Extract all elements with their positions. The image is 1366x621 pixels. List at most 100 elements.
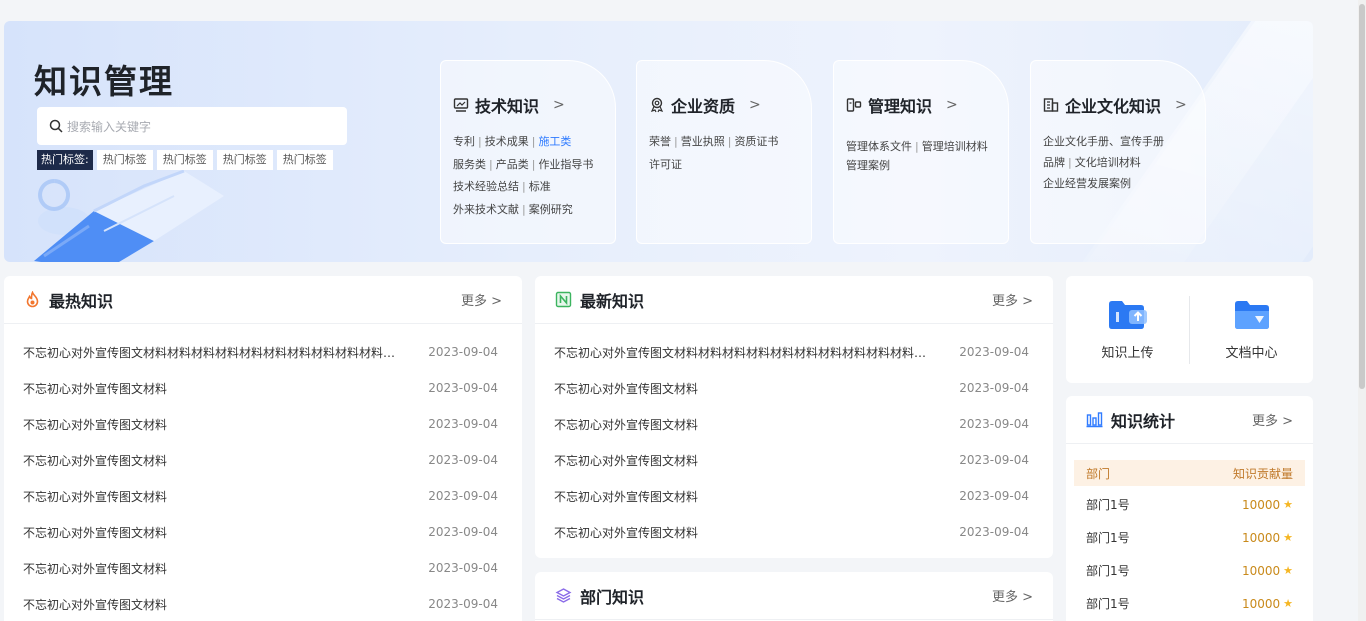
- item-title: 不忘初心对外宣传图文材料: [23, 525, 168, 540]
- page-scrollbar[interactable]: [1358, 0, 1366, 621]
- item-date: 2023-09-04: [428, 345, 498, 359]
- more-link[interactable]: 更多 >: [1252, 410, 1293, 429]
- item-date: 2023-09-04: [428, 525, 498, 539]
- item-date: 2023-09-04: [428, 417, 498, 431]
- list-item[interactable]: 不忘初心对外宣传图文材料 2023-09-04: [535, 514, 1053, 550]
- panel-header: 知识统计 更多 >: [1066, 396, 1313, 444]
- hot-tag[interactable]: 热门标签: [96, 150, 153, 170]
- item-title: 不忘初心对外宣传图文材料: [554, 417, 699, 432]
- item-date: 2023-09-04: [428, 597, 498, 611]
- hot-tag[interactable]: 热门标签: [216, 150, 273, 170]
- category-link[interactable]: 作业指导书: [538, 158, 593, 171]
- hot-tag[interactable]: 热门标签: [276, 150, 333, 170]
- category-link[interactable]: 文化培训材料: [1075, 156, 1141, 169]
- panel-header: 最热知识 更多 >: [4, 276, 522, 324]
- category-link[interactable]: 企业文化手册、宣传手册: [1043, 135, 1164, 148]
- category-link[interactable]: 专利: [453, 135, 475, 148]
- item-title: 不忘初心对外宣传图文材料: [554, 453, 699, 468]
- chevron-right-icon: >: [946, 97, 958, 113]
- table-row: 部门1号 10000 ★: [1066, 488, 1313, 521]
- chevron-right-icon: >: [553, 97, 565, 113]
- item-title: 不忘初心对外宣传图文材料: [23, 597, 168, 612]
- category-link[interactable]: 营业执照: [681, 135, 725, 148]
- star-icon: ★: [1283, 531, 1293, 544]
- chevron-right-icon: >: [749, 97, 761, 113]
- category-link[interactable]: 外来技术文献: [453, 203, 519, 216]
- table-row: 部门1号 10000 ★: [1066, 554, 1313, 587]
- document-center-button[interactable]: 文档中心: [1190, 298, 1313, 361]
- list-item[interactable]: 不忘初心对外宣传图文材料 2023-09-04: [4, 550, 522, 586]
- category-link-active[interactable]: 施工类: [538, 135, 571, 148]
- flame-icon: [26, 291, 39, 308]
- category-link[interactable]: 技术成果: [485, 135, 529, 148]
- category-title: 企业资质: [671, 97, 736, 116]
- hero-banner: 知识管理 搜索输入关键字 热门标签: 热门标签 热门标签 热门标签 热门标签 技…: [4, 21, 1313, 262]
- list-item[interactable]: 不忘初心对外宣传图文材料 2023-09-04: [4, 370, 522, 406]
- category-link[interactable]: 企业经营发展案例: [1043, 177, 1131, 190]
- upload-icon: [1108, 301, 1147, 329]
- item-title: 不忘初心对外宣传图文材料: [23, 489, 168, 504]
- contribution-value: 10000: [1241, 563, 1281, 578]
- more-link[interactable]: 更多 >: [992, 586, 1033, 605]
- list-item[interactable]: 不忘初心对外宣传图文材料材料材料材料材料材料材料材料材料材料材料材料... 202…: [535, 334, 1053, 370]
- hot-tag[interactable]: 热门标签: [156, 150, 213, 170]
- category-link[interactable]: 品牌: [1043, 156, 1065, 169]
- folder-icon: [1234, 301, 1269, 329]
- list-item[interactable]: 不忘初心对外宣传图文材料 2023-09-04: [535, 406, 1053, 442]
- stats-table-header: 部门 知识贡献量: [1074, 460, 1305, 486]
- dept-name: 部门1号: [1086, 597, 1130, 611]
- item-title: 不忘初心对外宣传图文材料: [554, 489, 699, 504]
- hot-knowledge-panel: 最热知识 更多 > 不忘初心对外宣传图文材料材料材料材料材料材料材料材料材料材料…: [4, 276, 522, 621]
- list-item[interactable]: 不忘初心对外宣传图文材料 2023-09-04: [535, 478, 1053, 514]
- search-input[interactable]: 搜索输入关键字: [37, 107, 347, 145]
- category-link[interactable]: 案例研究: [529, 203, 573, 216]
- search-placeholder: 搜索输入关键字: [67, 119, 152, 134]
- panel-header: 部门知识 更多 >: [535, 572, 1053, 620]
- list-item[interactable]: 不忘初心对外宣传图文材料材料材料材料材料材料材料材料材料材料材料材料... 202…: [4, 334, 522, 370]
- category-link[interactable]: 服务类: [453, 158, 486, 171]
- list-item[interactable]: 不忘初心对外宣传图文材料 2023-09-04: [4, 514, 522, 550]
- list-item[interactable]: 不忘初心对外宣传图文材料 2023-09-04: [535, 442, 1053, 478]
- category-link[interactable]: 资质证书: [734, 135, 778, 148]
- category-link[interactable]: 管理体系文件: [846, 140, 912, 153]
- monitor-icon: [453, 98, 469, 112]
- category-title: 技术知识: [475, 97, 540, 116]
- category-card-management[interactable]: 管理知识 > 管理体系文件 | 管理培训材料 管理案例: [833, 60, 1009, 244]
- department-knowledge-panel: 部门知识 更多 >: [535, 572, 1053, 621]
- item-date: 2023-09-04: [428, 561, 498, 575]
- category-link[interactable]: 标准: [529, 180, 551, 193]
- dept-name: 部门1号: [1086, 564, 1130, 578]
- list-item[interactable]: 不忘初心对外宣传图文材料 2023-09-04: [4, 586, 522, 621]
- item-date: 2023-09-04: [959, 381, 1029, 395]
- category-link[interactable]: 管理培训材料: [922, 140, 988, 153]
- category-link[interactable]: 荣誉: [649, 135, 671, 148]
- category-link[interactable]: 产品类: [496, 158, 529, 171]
- item-title: 不忘初心对外宣传图文材料材料材料材料材料材料材料材料材料材料材料材料...: [23, 345, 403, 360]
- latest-knowledge-panel: 最新知识 更多 > 不忘初心对外宣传图文材料材料材料材料材料材料材料材料材料材料…: [535, 276, 1053, 558]
- hot-tags: 热门标签: 热门标签 热门标签 热门标签 热门标签: [37, 150, 333, 170]
- star-icon: ★: [1283, 498, 1293, 511]
- category-card-culture[interactable]: 企业文化知识 > 企业文化手册、宣传手册 品牌 | 文化培训材料 企业经营发展案例: [1030, 60, 1206, 244]
- item-date: 2023-09-04: [959, 489, 1029, 503]
- list-item[interactable]: 不忘初心对外宣传图文材料 2023-09-04: [4, 406, 522, 442]
- panel-title: 部门知识: [580, 587, 645, 607]
- item-title: 不忘初心对外宣传图文材料材料材料材料材料材料材料材料材料材料材料材料...: [554, 345, 934, 360]
- item-title: 不忘初心对外宣传图文材料: [23, 381, 168, 396]
- scrollbar-thumb[interactable]: [1359, 4, 1365, 389]
- category-link[interactable]: 管理案例: [846, 159, 890, 172]
- dept-name: 部门1号: [1086, 498, 1130, 512]
- category-link[interactable]: 技术经验总结: [453, 180, 519, 193]
- award-icon: [650, 97, 664, 113]
- star-icon: ★: [1283, 597, 1293, 610]
- list-item[interactable]: 不忘初心对外宣传图文材料 2023-09-04: [535, 370, 1053, 406]
- list-item[interactable]: 不忘初心对外宣传图文材料 2023-09-04: [4, 442, 522, 478]
- category-card-qualification[interactable]: 企业资质 > 荣誉 | 营业执照 | 资质证书 许可证: [636, 60, 812, 244]
- building-icon: [1043, 98, 1059, 112]
- more-link[interactable]: 更多 >: [461, 290, 502, 309]
- category-link[interactable]: 许可证: [649, 158, 682, 171]
- upload-knowledge-button[interactable]: 知识上传: [1066, 298, 1189, 361]
- item-date: 2023-09-04: [428, 453, 498, 467]
- list-item[interactable]: 不忘初心对外宣传图文材料 2023-09-04: [4, 478, 522, 514]
- category-card-tech[interactable]: 技术知识 > 专利 | 技术成果 | 施工类 服务类 | 产品类 | 作业指导书 技术经验总结 |…: [440, 60, 616, 244]
- more-link[interactable]: 更多 >: [992, 290, 1033, 309]
